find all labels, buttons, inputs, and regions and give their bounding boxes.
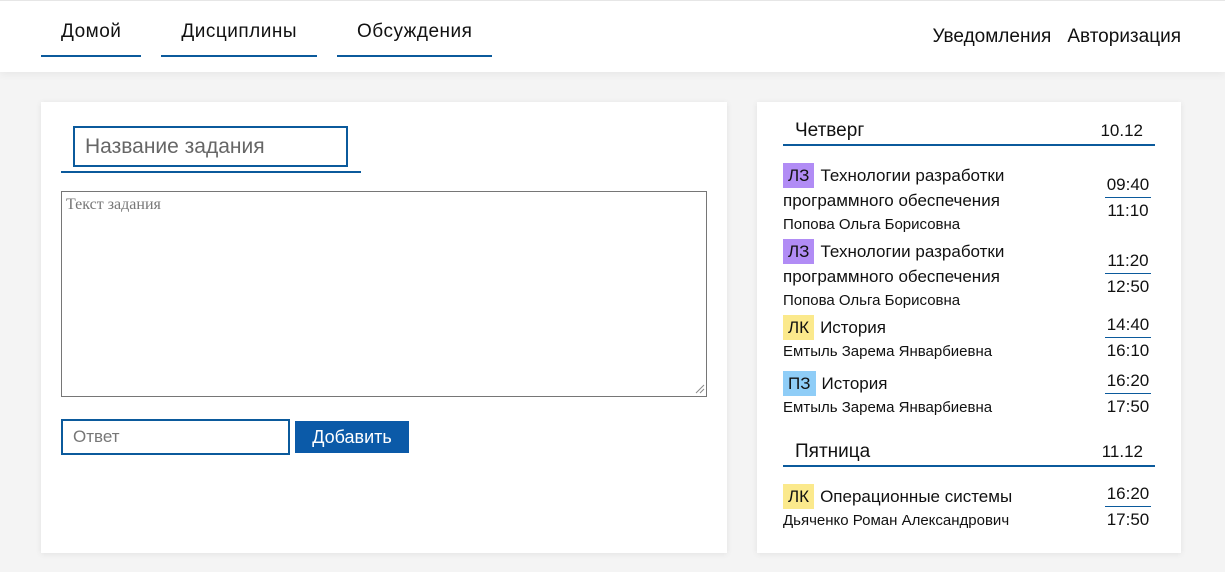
lesson-start-time: 16:20 <box>1105 484 1151 507</box>
day-date: 11.12 <box>1101 442 1143 461</box>
lesson-teacher: Дьяченко Роман Александрович <box>783 512 1010 529</box>
top-navbar: Домой Дисциплины Обсуждения Уведомления … <box>0 0 1225 72</box>
task-text-area[interactable] <box>61 191 707 397</box>
day-name: Пятница <box>795 441 871 462</box>
lesson-type-badge: ЛЗ <box>783 163 815 188</box>
lesson-type-badge: ЛК <box>783 484 815 509</box>
day-name: Четверг <box>795 120 865 141</box>
lesson-type-badge: ЛК <box>783 315 815 340</box>
nav-auth[interactable]: Авторизация <box>1067 26 1181 48</box>
main-nav: Домой Дисциплины Обсуждения <box>41 1 512 73</box>
lesson-times: 14:40 16:10 <box>1105 315 1151 361</box>
task-title-wrapper <box>61 126 361 173</box>
lesson-end-time: 11:10 <box>1107 201 1149 220</box>
lesson-teacher: Емтыль Зарема Январбиевна <box>783 399 993 416</box>
schedule-card: Четверг 10.12 ЛЗ Технологии разработки пр… <box>757 102 1181 553</box>
day-header: Пятница 11.12 <box>783 441 1155 467</box>
lesson-end-time: 17:50 <box>1106 397 1150 416</box>
nav-disciplines[interactable]: Дисциплины <box>161 1 318 57</box>
day-header: Четверг 10.12 <box>783 120 1155 146</box>
nav-home[interactable]: Домой <box>41 1 142 57</box>
answer-input[interactable] <box>61 419 290 455</box>
lesson-title: Операционные системы <box>820 487 1013 506</box>
lesson-times: 16:20 17:50 <box>1105 484 1151 530</box>
lesson-title: История <box>821 374 888 393</box>
lesson-end-time: 17:50 <box>1106 510 1150 529</box>
lesson-item[interactable]: ПЗ История Емтыль Зарема Январбиевна 16:2… <box>783 371 1155 416</box>
lesson-teacher: Емтыль Зарема Январбиевна <box>783 343 993 360</box>
add-button[interactable]: Добавить <box>295 421 409 453</box>
lesson-item[interactable]: ЛК Операционные системы Дьяченко Роман Ал… <box>783 484 1155 529</box>
lesson-end-time: 16:10 <box>1106 341 1150 360</box>
lesson-type-badge: ПЗ <box>783 371 816 396</box>
lesson-type-badge: ЛЗ <box>783 239 815 264</box>
day-date: 10.12 <box>1100 121 1143 140</box>
lesson-title: История <box>820 318 886 337</box>
nav-discussions[interactable]: Обсуждения <box>337 1 493 57</box>
lesson-item[interactable]: ЛЗ Технологии разработки программного обе… <box>783 239 1155 309</box>
task-form-card: Добавить <box>41 102 727 553</box>
lesson-title: Технологии разработки программного обесп… <box>783 242 1005 286</box>
resize-grip-icon[interactable] <box>693 382 705 394</box>
lesson-times: 16:20 17:50 <box>1105 371 1151 417</box>
lesson-title: Технологии разработки программного обесп… <box>783 166 1005 210</box>
lesson-times: 11:20 12:50 <box>1105 251 1151 297</box>
nav-notifications[interactable]: Уведомления <box>933 26 1052 48</box>
lesson-start-time: 11:20 <box>1105 251 1151 274</box>
lesson-item[interactable]: ЛЗ Технологии разработки программного обе… <box>783 163 1155 233</box>
lesson-end-time: 12:50 <box>1106 277 1150 296</box>
lesson-start-time: 14:40 <box>1105 315 1151 338</box>
task-title-input[interactable] <box>73 126 348 167</box>
lesson-teacher: Попова Ольга Борисовна <box>783 216 961 233</box>
user-nav: Уведомления Авторизация <box>917 26 1181 48</box>
lesson-times: 09:40 11:10 <box>1105 175 1151 221</box>
lesson-start-time: 09:40 <box>1105 175 1151 198</box>
lesson-start-time: 16:20 <box>1105 371 1151 394</box>
lesson-item[interactable]: ЛК История Емтыль Зарема Январбиевна 14:4… <box>783 315 1155 360</box>
lesson-teacher: Попова Ольга Борисовна <box>783 292 961 309</box>
